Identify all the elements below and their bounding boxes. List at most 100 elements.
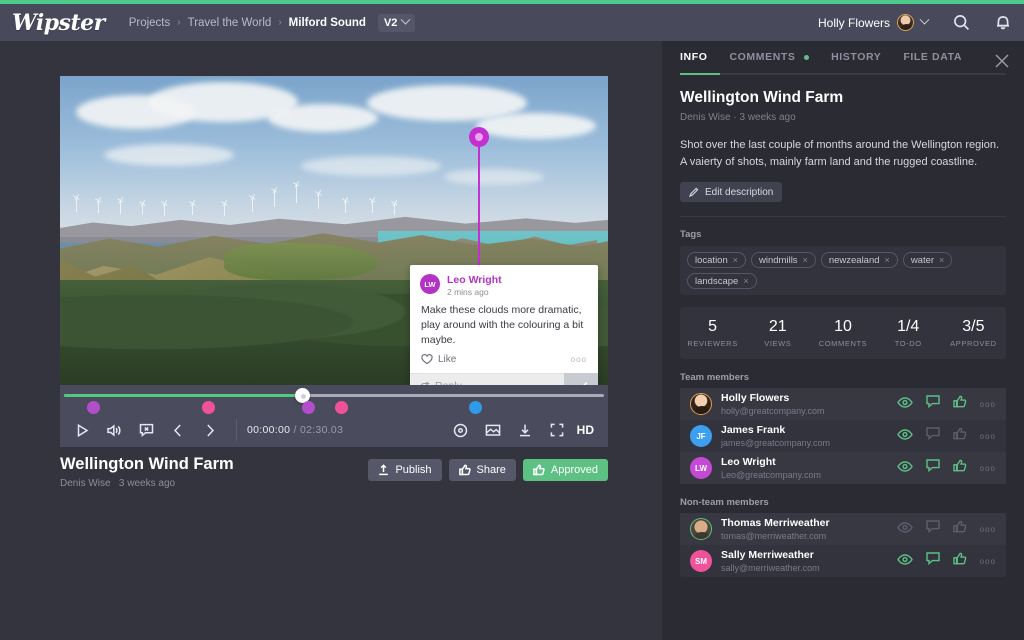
panel-body: Wellington Wind Farm Denis Wise · 3 week… — [662, 75, 1024, 577]
member-more-button[interactable]: ooo — [980, 557, 996, 566]
eye-icon — [897, 397, 913, 408]
tab-comments[interactable]: COMMENTS — [729, 51, 809, 73]
approved-status-button[interactable] — [953, 459, 967, 477]
like-button[interactable]: Like — [421, 354, 456, 365]
fullscreen-button[interactable] — [541, 413, 573, 447]
member-more-button[interactable]: ooo — [980, 432, 996, 441]
commented-status-button[interactable] — [926, 395, 940, 413]
remove-tag-icon[interactable]: × — [803, 255, 808, 265]
viewed-status-button[interactable] — [897, 427, 913, 445]
thumbs-up-icon — [953, 520, 967, 533]
close-panel-button[interactable] — [994, 53, 1010, 69]
comment-popup[interactable]: LW Leo Wright 2 mins ago Make these clou… — [410, 265, 598, 399]
play-button[interactable] — [66, 413, 98, 447]
wind-turbine — [120, 200, 121, 214]
member-more-button[interactable]: ooo — [980, 400, 996, 409]
viewed-status-button[interactable] — [897, 395, 913, 413]
wind-turbine — [224, 203, 225, 216]
tab-history[interactable]: HISTORY — [831, 51, 881, 73]
member-identity: Sally Merriweathersally@merriweather.com — [721, 549, 820, 574]
byline-age: 3 weeks ago — [739, 112, 795, 123]
commented-status-button[interactable] — [926, 552, 940, 570]
member-more-button[interactable]: ooo — [980, 525, 996, 534]
tag-windmills[interactable]: windmills× — [751, 252, 816, 268]
wipster-logo[interactable]: Wipster — [12, 10, 105, 36]
thumbnail-button[interactable] — [477, 413, 509, 447]
version-selector[interactable]: V2 — [378, 14, 415, 32]
viewed-status-button[interactable] — [897, 520, 913, 538]
member-name: Thomas Merriweather — [721, 517, 830, 530]
stat-reviewers: 5REVIEWERS — [680, 318, 745, 348]
user-menu[interactable]: Holly Flowers — [806, 4, 940, 41]
member-row[interactable]: Thomas Merriweathertomas@merriweather.co… — [680, 513, 1006, 545]
meadow — [224, 243, 377, 280]
comment-more-button[interactable]: ooo — [571, 355, 587, 364]
commented-status-button[interactable] — [926, 459, 940, 477]
previous-frame-button[interactable] — [162, 413, 194, 447]
description-line-1: Shot over the last couple of months arou… — [680, 137, 1006, 154]
download-button[interactable] — [509, 413, 541, 447]
commented-status-button[interactable] — [926, 520, 940, 538]
wind-turbine — [252, 197, 253, 212]
tag-newzealand[interactable]: newzealand× — [821, 252, 898, 268]
download-icon — [518, 423, 532, 438]
comment-toggle-button[interactable] — [130, 413, 162, 447]
scrubber-track[interactable] — [64, 394, 604, 397]
annotation-pin[interactable] — [469, 127, 489, 147]
stat-label: COMMENTS — [810, 339, 875, 348]
remove-tag-icon[interactable]: × — [733, 255, 738, 265]
edit-description-button[interactable]: Edit description — [680, 182, 782, 202]
byline-author: Denis Wise — [680, 112, 731, 123]
member-more-button[interactable]: ooo — [980, 464, 996, 473]
next-frame-button[interactable] — [194, 413, 226, 447]
member-row[interactable]: JFJames Frankjames@greatcompany.comooo — [680, 420, 1006, 452]
volume-button[interactable] — [98, 413, 130, 447]
stat-value: 3/5 — [941, 318, 1006, 336]
share-button[interactable]: Share — [449, 459, 516, 481]
scrubber-row[interactable] — [60, 385, 608, 409]
scrubber-progress — [64, 394, 302, 397]
remove-tag-icon[interactable]: × — [885, 255, 890, 265]
wind-turbine — [318, 193, 319, 209]
tag-location[interactable]: location× — [687, 252, 746, 268]
viewed-status-button[interactable] — [897, 552, 913, 570]
page-title: Wellington Wind Farm — [680, 89, 1006, 107]
tab-file-data[interactable]: FILE DATA — [903, 51, 962, 73]
tag-water[interactable]: water× — [903, 252, 953, 268]
member-email: holly@greatcompany.com — [721, 406, 825, 416]
quality-button[interactable]: HD — [573, 423, 602, 437]
remove-tag-icon[interactable]: × — [743, 276, 748, 286]
breadcrumb-item-milford-sound[interactable]: Milford Sound — [289, 17, 366, 29]
breadcrumb-separator-icon: › — [177, 17, 180, 28]
stat-comments: 10COMMENTS — [810, 318, 875, 348]
viewed-status-button[interactable] — [897, 459, 913, 477]
notifications-button[interactable] — [982, 4, 1024, 41]
player-controls: 00:00:00 / 02:30.03 — [60, 413, 608, 447]
player-transport-bar: 00:00:00 / 02:30.03 — [60, 385, 608, 447]
tab-comments-label: COMMENTS — [729, 51, 795, 63]
commented-status-button[interactable] — [926, 427, 940, 445]
approved-status-button[interactable] — [953, 427, 967, 445]
eye-icon — [897, 554, 913, 565]
tag-landscape[interactable]: landscape× — [687, 273, 757, 289]
member-row[interactable]: LWLeo WrightLeo@greatcompany.comooo — [680, 452, 1006, 484]
approved-status-button[interactable] — [953, 520, 967, 538]
tab-info[interactable]: INFO — [680, 51, 707, 73]
comment-icon — [926, 395, 940, 408]
member-name: Leo Wright — [721, 456, 821, 469]
approved-button[interactable]: Approved — [523, 459, 608, 481]
wind-turbine — [372, 200, 373, 213]
record-button[interactable] — [445, 413, 477, 447]
breadcrumb-item-travel-the-world[interactable]: Travel the World — [188, 17, 272, 29]
search-button[interactable] — [940, 4, 982, 41]
stat-label: APPROVED — [941, 339, 1006, 348]
approved-status-button[interactable] — [953, 395, 967, 413]
approved-status-button[interactable] — [953, 552, 967, 570]
thumbs-up-icon — [953, 395, 967, 408]
member-row[interactable]: Holly Flowersholly@greatcompany.comooo — [680, 388, 1006, 420]
member-row[interactable]: SMSally Merriweathersally@merriweather.c… — [680, 545, 1006, 577]
remove-tag-icon[interactable]: × — [939, 255, 944, 265]
breadcrumb-item-projects[interactable]: Projects — [129, 17, 171, 29]
player-controls-right: HD — [445, 413, 602, 447]
publish-button[interactable]: Publish — [368, 459, 441, 481]
